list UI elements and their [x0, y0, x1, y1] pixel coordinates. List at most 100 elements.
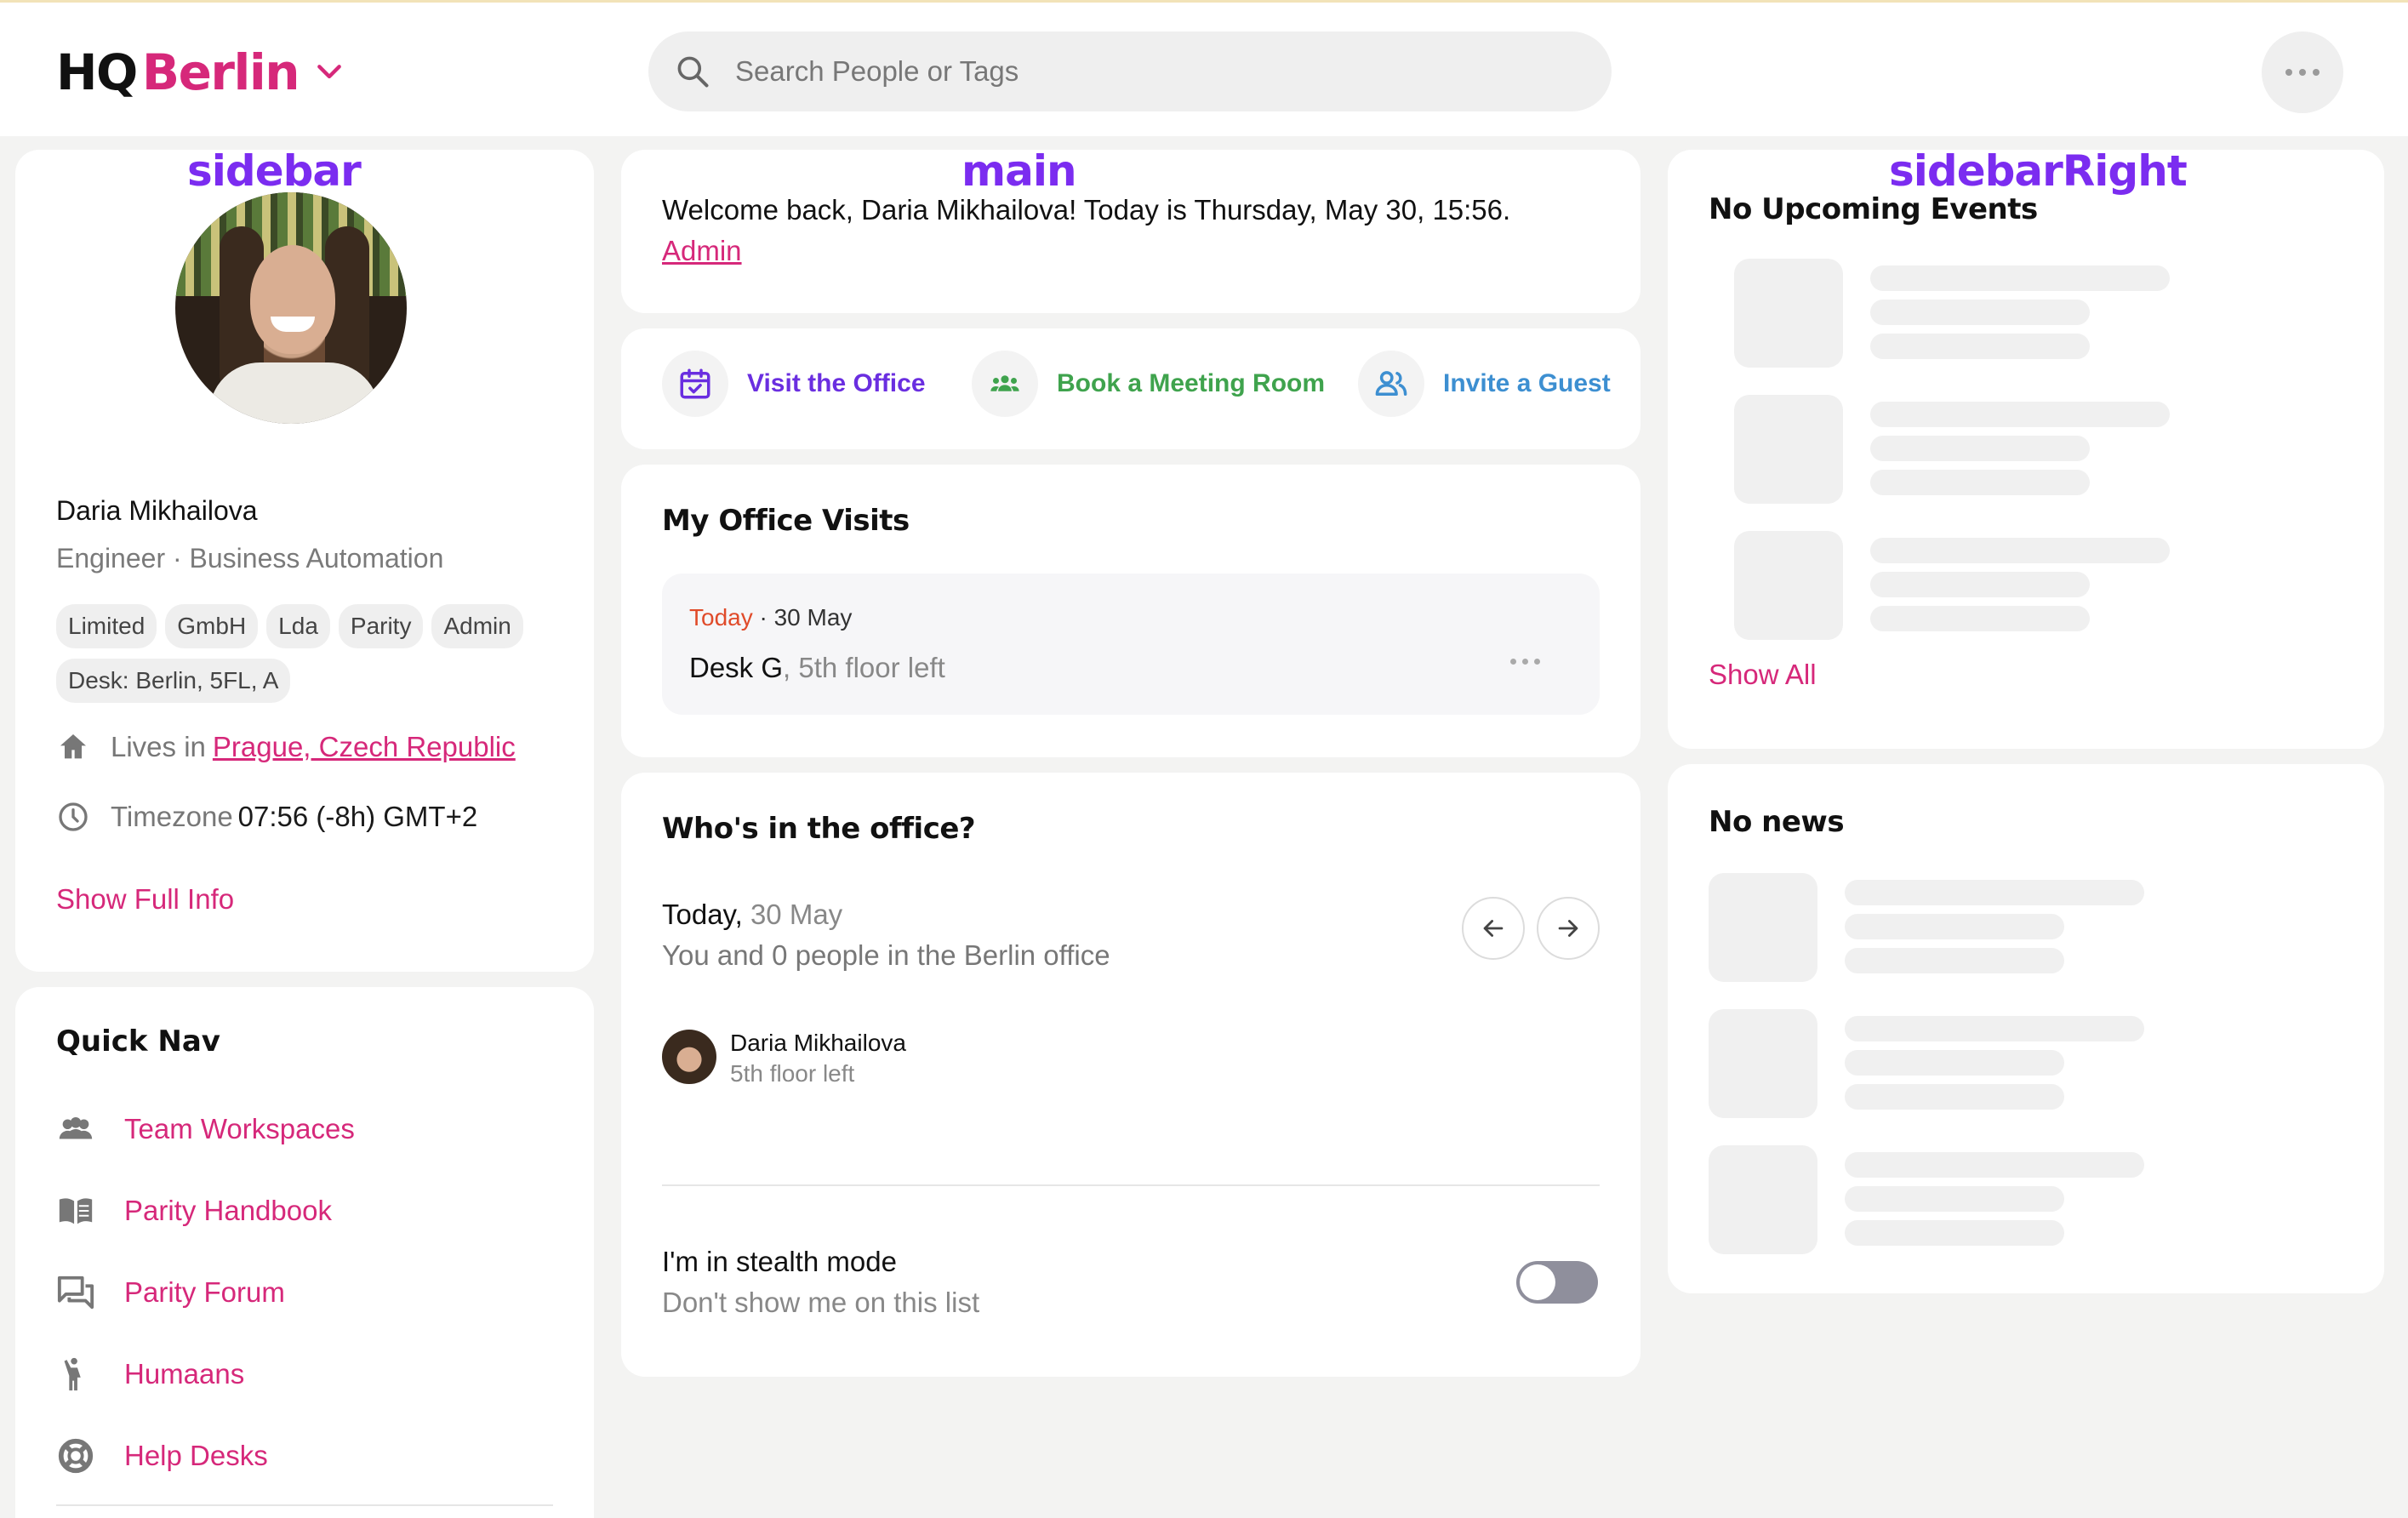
news-skeleton-thumb [1709, 1009, 1817, 1118]
event-skeleton-line [1870, 470, 2090, 495]
more-dot-icon [2299, 69, 2306, 76]
visit-desk-name: Desk G [689, 652, 784, 683]
add-user-icon [1375, 371, 1407, 396]
news-skeleton-line [1845, 914, 2064, 939]
people-count: You and 0 people in the Berlin office [662, 939, 1110, 971]
book-meeting-room-label: Book a Meeting Room [1057, 369, 1326, 397]
visit-date-today: Today [689, 604, 753, 631]
quick-nav-label: Humaans [124, 1358, 245, 1390]
stealth-mode-toggle[interactable] [1516, 1261, 1598, 1304]
lives-in-label: Lives in [111, 731, 206, 762]
events-title: No Upcoming Events [1709, 192, 2038, 226]
visit-date-rest: · 30 May [759, 604, 853, 631]
quick-nav-label: Parity Forum [124, 1276, 285, 1308]
group-icon [990, 375, 1019, 391]
tag-chip[interactable]: Admin [431, 604, 523, 648]
visit-office-button[interactable]: Visit the Office [662, 351, 926, 417]
event-skeleton-line [1870, 300, 2090, 325]
visit-item[interactable]: Today · 30 May Desk G, 5th floor left [662, 574, 1600, 715]
search-icon [677, 56, 709, 88]
home-icon [60, 734, 86, 759]
quick-nav-divider [56, 1504, 553, 1506]
quick-nav-parity-handbook[interactable]: Parity Handbook [56, 1191, 332, 1230]
event-skeleton-line [1870, 265, 2170, 291]
stealth-mode-subtitle: Don't show me on this list [662, 1287, 980, 1318]
previous-day-button[interactable] [1462, 897, 1525, 960]
tag-chip[interactable]: Limited [56, 604, 157, 648]
day-prefix: Today, [662, 899, 743, 930]
event-skeleton-line [1870, 334, 2090, 359]
sidebar-region-label: sidebar [187, 146, 362, 196]
lives-in-row: Lives in Prague, Czech Republic [56, 730, 516, 764]
search-input[interactable] [735, 55, 1552, 88]
event-skeleton-line [1870, 436, 2090, 461]
book-icon [59, 1198, 93, 1224]
welcome-message: Welcome back, Daria Mikhailova! Today is… [662, 194, 1511, 225]
welcome-card [621, 150, 1641, 313]
visit-desk: Desk G, 5th floor left [689, 652, 945, 684]
person-avatar[interactable] [662, 1030, 716, 1084]
quick-nav-parity-forum[interactable]: Parity Forum [56, 1273, 285, 1312]
event-skeleton-line [1870, 572, 2090, 597]
quick-nav-label: Help Desks [124, 1440, 268, 1471]
visit-desk-location: , 5th floor left [783, 652, 945, 683]
event-skeleton-line [1870, 606, 2090, 631]
show-full-info-link[interactable]: Show Full Info [56, 883, 234, 916]
more-menu-button[interactable] [2262, 31, 2343, 113]
top-bar: HQ Berlin [0, 0, 2408, 136]
invite-guest-button[interactable]: Invite a Guest [1358, 351, 1611, 417]
arrow-right-icon [1558, 920, 1578, 937]
visit-date: Today · 30 May [689, 604, 852, 631]
quick-nav-team-workspaces[interactable]: Team Workspaces [56, 1110, 355, 1149]
admin-link[interactable]: Admin [662, 235, 742, 267]
main-region-label: main [961, 146, 1077, 196]
office-switcher[interactable]: HQ Berlin [56, 38, 346, 106]
tag-chip[interactable]: GmbH [165, 604, 259, 648]
search-bar[interactable] [648, 31, 1612, 111]
invite-guest-label: Invite a Guest [1443, 369, 1611, 397]
visit-more-button[interactable] [1510, 659, 1540, 665]
forum-icon [57, 1275, 94, 1310]
profile-role: Engineer · Business Automation [56, 543, 444, 574]
person-name[interactable]: Daria Mikhailova [730, 1030, 906, 1057]
news-skeleton-line [1845, 1220, 2064, 1246]
brand-prefix: HQ [56, 43, 138, 101]
profile-tags: Limited GmbH Lda Parity Admin Desk: Berl… [56, 604, 567, 703]
news-skeleton-line [1845, 1016, 2144, 1041]
book-meeting-room-button[interactable]: Book a Meeting Room [972, 351, 1325, 417]
news-skeleton-thumb [1709, 1145, 1817, 1254]
news-skeleton-line [1845, 880, 2144, 905]
news-skeleton-line [1845, 948, 2064, 973]
quick-nav-help-desks[interactable]: Help Desks [56, 1436, 268, 1475]
tag-chip[interactable]: Lda [266, 604, 330, 648]
visit-office-label: Visit the Office [747, 369, 926, 397]
timezone-row: Timezone 07:56 (-8h) GMT+2 [56, 800, 477, 834]
event-skeleton-thumb [1734, 531, 1843, 640]
more-dot-icon [2313, 69, 2320, 76]
timezone-value: 07:56 (-8h) GMT+2 [237, 801, 478, 832]
toggle-knob [1520, 1264, 1555, 1300]
sidebar-right-region-label: sidebarRight [1889, 146, 2188, 196]
quick-nav-label: Parity Handbook [124, 1195, 332, 1226]
calendar-check-icon [680, 368, 710, 399]
whos-in-day: Today, 30 May [662, 899, 842, 931]
more-dot-icon [2285, 69, 2292, 76]
event-skeleton-thumb [1734, 395, 1843, 504]
profile-name: Daria Mikhailova [56, 495, 258, 526]
news-skeleton-thumb [1709, 873, 1817, 982]
arrow-left-icon [1483, 920, 1504, 937]
quick-nav-label: Team Workspaces [124, 1113, 355, 1144]
event-skeleton-line [1870, 538, 2170, 563]
profile-avatar[interactable] [175, 192, 407, 424]
office-visits-title: My Office Visits [662, 504, 910, 538]
lives-in-link[interactable]: Prague, Czech Republic [213, 731, 516, 763]
quick-nav-humaans[interactable]: Humaans [56, 1355, 244, 1394]
show-all-events-link[interactable]: Show All [1709, 659, 1817, 691]
section-divider [662, 1184, 1600, 1186]
tag-chip[interactable]: Parity [338, 604, 424, 648]
tag-chip[interactable]: Desk: Berlin, 5FL, A [56, 659, 291, 703]
next-day-button[interactable] [1537, 897, 1600, 960]
people-group-icon [59, 1117, 93, 1139]
person-waving-icon [64, 1357, 81, 1391]
event-skeleton-thumb [1734, 259, 1843, 368]
